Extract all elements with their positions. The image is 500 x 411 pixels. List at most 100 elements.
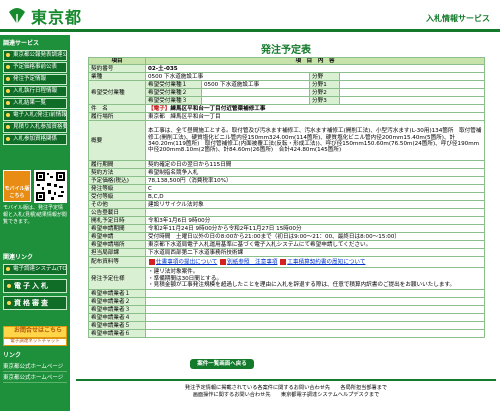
row-label: 希望受付業種１	[145, 80, 202, 90]
logo-text: 東京都	[31, 8, 83, 27]
sidebar-item-kekka[interactable]: 入札結果一覧	[3, 98, 67, 109]
row-label: 契約番号	[88, 64, 146, 74]
row-label: 開札予定日時	[88, 216, 146, 226]
link-tokyo-official-2[interactable]: 東京都公式ホームページ	[3, 373, 67, 383]
department-value: 下水道局西部第二下水道事務所技術課	[144, 248, 486, 258]
document-link-1[interactable]: 仕書事項の提出について	[156, 259, 217, 265]
row-label: 希望受付業種	[88, 80, 146, 106]
row-label: その他	[88, 200, 146, 210]
link-tokyo-official-1[interactable]: 東京都公式ホームページ	[3, 362, 67, 372]
row-label: 希望申請業者６	[88, 329, 146, 339]
announce-date-value	[144, 208, 486, 218]
sidebar-item-hacchuyotei[interactable]: 発注予定情報	[3, 74, 67, 85]
header-item: 項目	[88, 56, 146, 66]
order-grade-value: C	[144, 184, 486, 194]
document-link-2[interactable]: 別紙参照 注意事項	[227, 259, 277, 265]
page-header: 東京都 入札情報サービス	[0, 0, 500, 32]
row-label: 希望受付業種２	[145, 88, 202, 98]
row-label: 希望申請業者４	[88, 313, 146, 323]
period-value: 契約確定の日の翌日から115日間	[144, 160, 486, 170]
footer-line-1: 発注予定情報に掲載されている各案件に関するお問い合わせ先 各局所担当部署まで	[184, 385, 388, 391]
row-label: 契約方法	[88, 168, 146, 178]
row-label: 分野2	[309, 88, 340, 98]
sidebar-item-nittei[interactable]: 入札執行日程情報	[3, 86, 67, 97]
accept-grade-value: B,C,D	[144, 192, 486, 202]
opening-date-value: 令和3年1月6日 9時00分	[144, 216, 486, 226]
detail-table: 項目 項 目 内 容 契約番号 02-土-035 業種 0500 下水道施設工事…	[88, 56, 486, 339]
row-label: 希望申請業者５	[88, 321, 146, 331]
mobile-label: モバイル版	[4, 186, 30, 192]
industry-value: 0500 下水道施設工事	[145, 72, 310, 82]
note-line: ・見積金額が工事発注規模を超過したことを理由に入札を辞退する際は、任意で積算内訳…	[148, 282, 456, 289]
row-label: 発注等級	[88, 184, 146, 194]
summary-value: 本工事は、全て昼間施工とする。取付管及び汚水ます補修工、汚水ます補修工(開削工法…	[144, 120, 486, 162]
mobile-sub: こちら	[9, 193, 25, 199]
back-to-list-button[interactable]: 案件一覧画面へ戻る	[190, 359, 254, 369]
sidebar-item-yoteikakaku[interactable]: 予定価格事前公表	[3, 62, 67, 73]
page-title: 発注予定表	[261, 45, 311, 56]
row-label: 分野3	[309, 96, 340, 106]
contact-banner-sub[interactable]: 電子調達ネットチャット	[3, 338, 67, 346]
row-label: 履行場所	[88, 112, 146, 122]
price-value: 78,138,500円（消費税率10%）	[144, 176, 486, 186]
notes-value: ・建リ法対象案件。 ・準備期間は30日間とする。 ・見積金額が工事発注規模を超過…	[144, 267, 486, 291]
sidebar-item-shikaku[interactable]: 入札参加資格関係	[3, 134, 67, 145]
qr-code-icon	[34, 170, 67, 203]
sidebar-section-related: 関連リンク	[3, 254, 34, 261]
row-label: 希望申請業者２	[88, 297, 146, 307]
sidebar-section-top: 調達サービス	[3, 40, 40, 47]
row-label: 件 名	[88, 104, 146, 114]
subject-text: 練馬区平和台一丁目付近管渠補修工事	[170, 105, 266, 112]
footer: 発注予定情報に掲載されている各案件に関するお問い合わせ先 各局所担当部署まで 画…	[76, 379, 496, 399]
row-label: 希望申請	[88, 232, 146, 242]
footer-line-2: 画面操作に関するお問い合わせ先 東京都電子調達システムヘルプデスクまで	[192, 392, 380, 398]
row-label: 分野1	[309, 80, 340, 90]
sidebar-item-mae[interactable]: 電子入札(発注)前情報	[3, 110, 67, 121]
header-content: 項 目 内 容	[144, 56, 486, 66]
contract-number: 02-土-035	[144, 64, 486, 74]
row-label: 受付等級	[88, 192, 146, 202]
row-label: 公告登載日	[88, 208, 146, 218]
sidebar-item-mitsumori[interactable]: 見積り入札参加資格要件	[3, 122, 67, 133]
electronic-tag: 【電子】	[148, 105, 171, 112]
row-label: 希望申請場所	[88, 240, 146, 250]
row-label: 発注予定仕様	[88, 267, 146, 291]
sidebar-section-link: リンク	[3, 352, 22, 359]
apply-place-value: 東京都下水道局電子入札運用基準に基づく電子入札システムにて希望申請してください。	[144, 240, 486, 250]
field-value	[338, 72, 486, 82]
mobile-button[interactable]: モバイル版 こちら	[3, 170, 31, 202]
mobile-description: モバイル版は、発注予定情報と入札(見積)結果情報が閲覧できます。	[3, 205, 67, 225]
row-label: 配布資料等	[88, 256, 146, 269]
document-link-3[interactable]: 工事積算契約書の周知について	[287, 259, 365, 265]
ginkgo-icon	[9, 8, 25, 24]
service-title: 入札情報サービス	[426, 14, 490, 23]
pdf-icon	[220, 258, 227, 265]
apply-hours-value: 受付時間 土曜日以外の日の8:00から21:00まで（初日は9:00〜21：00…	[144, 232, 486, 242]
other-value: 建設リサイクル法対象	[144, 200, 486, 210]
row-label: 担当局部課	[88, 248, 146, 258]
pdf-icon	[149, 258, 155, 265]
row-label: 概要	[88, 120, 146, 162]
row-label: 履行期間	[88, 160, 146, 170]
tokyo-logo[interactable]: 東京都	[6, 5, 82, 27]
kibo1-value: 0500 下水道施設工事	[201, 80, 310, 90]
row-label: 予定価格(税込)	[88, 176, 146, 186]
subject-value: 【電子】練馬区平和台一丁目付近管渠補修工事	[144, 104, 486, 114]
location-value: 東京都 練馬区平和台一丁目	[144, 112, 486, 122]
sidebar-item-kouhou[interactable]: 東京都公報発表調達公告	[3, 50, 67, 61]
row-label: 希望申請期間	[88, 224, 146, 234]
row-label: 希望申請業者３	[88, 305, 146, 315]
sidebar: 調達サービス 東京都公報発表調達公告 予定価格事前公表 発注予定情報 入札執行日…	[0, 35, 70, 411]
pdf-icon	[280, 258, 287, 265]
sidebar-item-shikakushinsa[interactable]: 資格審査	[3, 296, 67, 310]
documents-value: 仕書事項の提出について 別紙参照 注意事項 工事積算契約書の周知について	[144, 256, 486, 269]
row-label: 希望申請業者１	[88, 289, 146, 299]
apply-period-value: 令和2年11月24日 9時00分から令和2年11月27日 15時00分	[144, 224, 486, 234]
row-label: 希望受付業種３	[145, 96, 202, 106]
row-label: 業種	[88, 72, 146, 82]
contact-banner[interactable]: お問合せはこちら	[3, 326, 67, 338]
sidebar-item-densi-top[interactable]: 電子調達システム(TOP)	[3, 264, 67, 275]
method-value: 希望制指名競争入札	[144, 168, 486, 178]
sidebar-item-densinyusatsu[interactable]: 電子入札	[3, 279, 67, 293]
row-label: 分野	[309, 72, 340, 82]
